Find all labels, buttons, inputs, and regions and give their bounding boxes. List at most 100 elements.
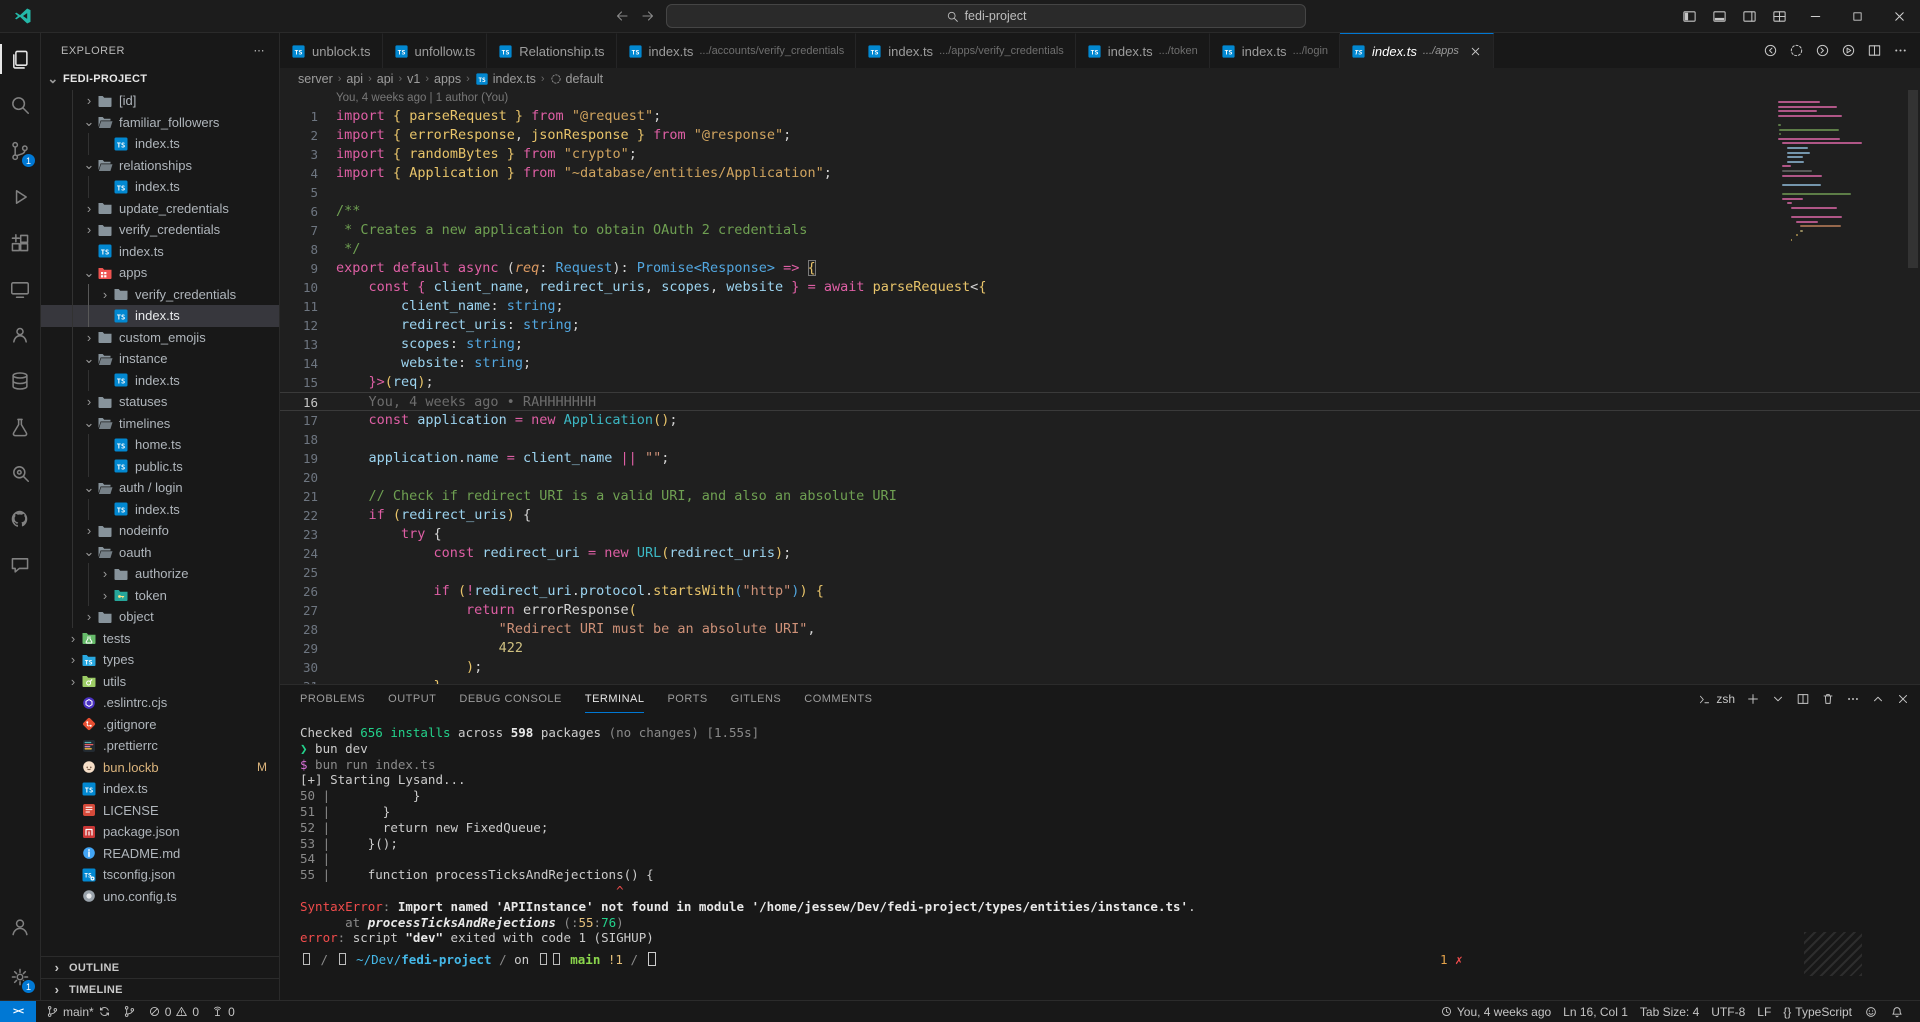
breadcrumb[interactable]: server›api›api›v1›apps›TSindex.ts›defaul… <box>280 68 1920 90</box>
tree-folder-custom-emojis[interactable]: ›custom_emojis <box>41 327 279 349</box>
code-line-17[interactable]: 17 const application = new Application()… <box>280 411 1920 430</box>
activity-remote-explorer[interactable] <box>0 266 40 312</box>
gitlens-compare-button[interactable] <box>1789 43 1804 58</box>
minimize-button[interactable] <box>1794 0 1836 33</box>
code-line-29[interactable]: 29 422 <box>280 639 1920 658</box>
activity-gitlens[interactable] <box>0 450 40 496</box>
tree-file-public.ts[interactable]: TSpublic.ts <box>41 456 279 478</box>
activity-explorer[interactable] <box>0 36 40 82</box>
breadcrumb-file[interactable]: TSindex.ts <box>475 72 536 86</box>
activity-github[interactable] <box>0 496 40 542</box>
feedback-smiley-icon[interactable] <box>1858 1001 1884 1022</box>
code-line-5[interactable]: 5 <box>280 183 1920 202</box>
code-line-18[interactable]: 18 <box>280 430 1920 449</box>
tree-file-readme.md[interactable]: README.md <box>41 843 279 865</box>
run-or-debug-button[interactable] <box>1841 43 1856 58</box>
panel-tab-problems[interactable]: PROBLEMS <box>300 685 365 713</box>
tab-size-item[interactable]: Tab Size: 4 <box>1634 1001 1705 1022</box>
panel-tab-debug-console[interactable]: DEBUG CONSOLE <box>459 685 561 713</box>
tree-file-index.ts[interactable]: TSindex.ts <box>41 778 279 800</box>
code-editor[interactable]: You, 4 weeks ago | 1 author (You) 1impor… <box>280 90 1920 684</box>
activity-source-control[interactable]: 1 <box>0 128 40 174</box>
code-line-27[interactable]: 27 return errorResponse( <box>280 601 1920 620</box>
activity-testing[interactable] <box>0 404 40 450</box>
kill-terminal-button[interactable] <box>1821 692 1835 706</box>
code-line-11[interactable]: 11 client_name: string; <box>280 297 1920 316</box>
git-branch-item[interactable]: main* <box>40 1001 117 1022</box>
sidebar-more-icon[interactable]: ⋯ <box>254 44 266 57</box>
tree-file-.eslintrc.cjs[interactable]: .eslintrc.cjs <box>41 692 279 714</box>
ports-item[interactable]: 0 <box>205 1001 241 1022</box>
new-terminal-button[interactable] <box>1746 692 1760 706</box>
eol-item[interactable]: LF <box>1751 1001 1777 1022</box>
breadcrumb-symbol[interactable]: default <box>550 72 604 86</box>
breadcrumb-item[interactable]: api <box>377 72 394 86</box>
code-line-31[interactable]: 31 } <box>280 677 1920 684</box>
encoding-item[interactable]: UTF-8 <box>1705 1001 1751 1022</box>
code-line-24[interactable]: 24 const redirect_uri = new URL(redirect… <box>280 544 1920 563</box>
activity-search[interactable] <box>0 82 40 128</box>
terminal-prompt-line[interactable]: / ~/Dev/fedi-project / on main !1 /1 ✗ <box>300 952 1920 968</box>
blame-status-item[interactable]: You, 4 weeks ago <box>1434 1001 1557 1022</box>
go-back-arrow-icon[interactable] <box>614 8 630 24</box>
panel-tab-output[interactable]: OUTPUT <box>388 685 436 713</box>
tree-folder--id-[interactable]: ›[id] <box>41 90 279 112</box>
activity-database[interactable] <box>0 358 40 404</box>
panel-tab-comments[interactable]: COMMENTS <box>804 685 872 713</box>
maximize-panel-button[interactable] <box>1871 692 1885 706</box>
breadcrumb-item[interactable]: api <box>346 72 363 86</box>
terminal[interactable]: Checked 656 installs across 598 packages… <box>280 713 1920 1000</box>
tree-file-license[interactable]: LICENSE <box>41 800 279 822</box>
tree-file-index.ts[interactable]: TSindex.ts <box>41 241 279 263</box>
tree-file-index.ts[interactable]: TSindex.ts <box>41 499 279 521</box>
more-actions-button[interactable] <box>1846 692 1860 706</box>
editor-scrollbar[interactable] <box>1908 90 1918 268</box>
more-actions-button[interactable] <box>1893 43 1908 58</box>
tree-folder-statuses[interactable]: ›statuses <box>41 391 279 413</box>
tree-file-.gitignore[interactable]: .gitignore <box>41 714 279 736</box>
launch-profile-button[interactable] <box>1771 692 1785 706</box>
breadcrumb-item[interactable]: apps <box>434 72 461 86</box>
split-terminal-button[interactable] <box>1796 692 1810 706</box>
go-forward-arrow-icon[interactable] <box>640 8 656 24</box>
command-center-search[interactable]: fedi-project <box>666 4 1306 28</box>
tree-folder-tests[interactable]: ›tests <box>41 628 279 650</box>
gitlens-launchpad-item[interactable] <box>117 1001 142 1022</box>
tree-folder-types[interactable]: ›TStypes <box>41 649 279 671</box>
tree-file-index.ts[interactable]: TSindex.ts <box>41 305 279 327</box>
outline-section[interactable]: › OUTLINE <box>41 956 279 978</box>
remote-indicator[interactable]: >< <box>0 1001 36 1022</box>
activity-accounts[interactable] <box>0 904 40 950</box>
tab-index-ts-login[interactable]: TSindex.ts.../login <box>1210 33 1340 68</box>
close-button[interactable] <box>1878 0 1920 33</box>
panel-tab-ports[interactable]: PORTS <box>667 685 707 713</box>
code-line-3[interactable]: 3import { randomBytes } from "crypto"; <box>280 145 1920 164</box>
tab-index-ts-token[interactable]: TSindex.ts.../token <box>1076 33 1210 68</box>
tree-file-bun.lockb[interactable]: bun.lockbM <box>41 757 279 779</box>
tab-index-ts-apps[interactable]: TSindex.ts.../apps <box>1340 33 1494 68</box>
maximize-button[interactable] <box>1836 0 1878 33</box>
activity-extensions[interactable] <box>0 220 40 266</box>
tab-unfollow-ts[interactable]: TSunfollow.ts <box>383 33 488 68</box>
code-line-13[interactable]: 13 scopes: string; <box>280 335 1920 354</box>
code-line-14[interactable]: 14 website: string; <box>280 354 1920 373</box>
code-line-30[interactable]: 30 ); <box>280 658 1920 677</box>
code-line-8[interactable]: 8 */ <box>280 240 1920 259</box>
tree-folder-verify-credentials[interactable]: ›verify_credentials <box>41 219 279 241</box>
notifications-bell-icon[interactable] <box>1884 1001 1910 1022</box>
code-line-20[interactable]: 20 <box>280 468 1920 487</box>
code-line-7[interactable]: 7 * Creates a new application to obtain … <box>280 221 1920 240</box>
tree-file-.prettierrc[interactable]: .prettierrc <box>41 735 279 757</box>
code-line-21[interactable]: 21 // Check if redirect URI is a valid U… <box>280 487 1920 506</box>
timeline-section[interactable]: › TIMELINE <box>41 978 279 1000</box>
tree-folder-update-credentials[interactable]: ›update_credentials <box>41 198 279 220</box>
tree-file-package.json[interactable]: package.json <box>41 821 279 843</box>
tree-folder-oauth[interactable]: ⌄oauth <box>41 542 279 564</box>
tree-folder-relationships[interactable]: ⌄relationships <box>41 155 279 177</box>
tree-file-index.ts[interactable]: TSindex.ts <box>41 370 279 392</box>
code-line-19[interactable]: 19 application.name = client_name || ""; <box>280 449 1920 468</box>
code-line-16[interactable]: 16 You, 4 weeks ago • RAHHHHHHH <box>280 392 1920 411</box>
cursor-position-item[interactable]: Ln 16, Col 1 <box>1557 1001 1634 1022</box>
codelens-blame[interactable]: You, 4 weeks ago | 1 author (You) <box>280 90 1920 107</box>
close-tab-icon[interactable] <box>1469 45 1482 58</box>
